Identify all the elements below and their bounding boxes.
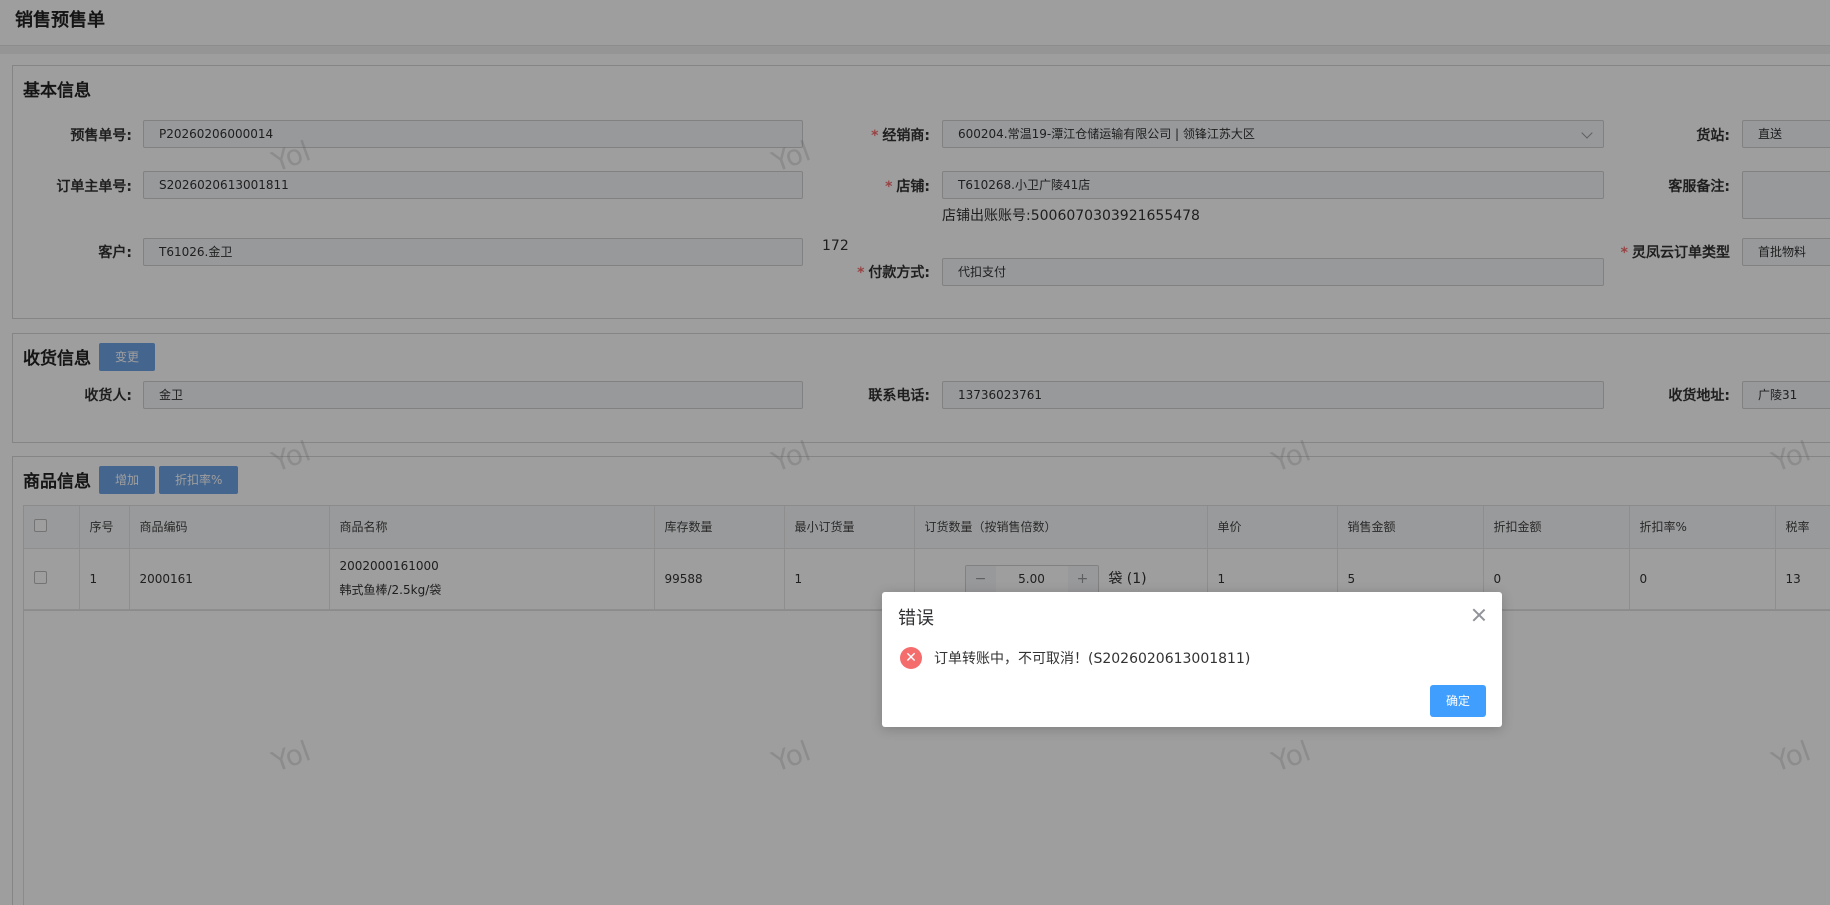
close-icon[interactable] [1472, 608, 1486, 622]
dialog-message: 订单转账中，不可取消！(S2026020613001811) [934, 651, 1251, 667]
error-dialog: 错误 ✕ 订单转账中，不可取消！(S2026020613001811) 确定 [882, 592, 1502, 727]
page: 销售预售单 基本信息 预售单号: P20260206000014 订单主单号: … [0, 0, 1830, 905]
dialog-title: 错误 [898, 608, 934, 629]
modal-overlay[interactable] [0, 0, 1830, 905]
confirm-button[interactable]: 确定 [1430, 685, 1486, 717]
error-icon: ✕ [900, 647, 922, 669]
